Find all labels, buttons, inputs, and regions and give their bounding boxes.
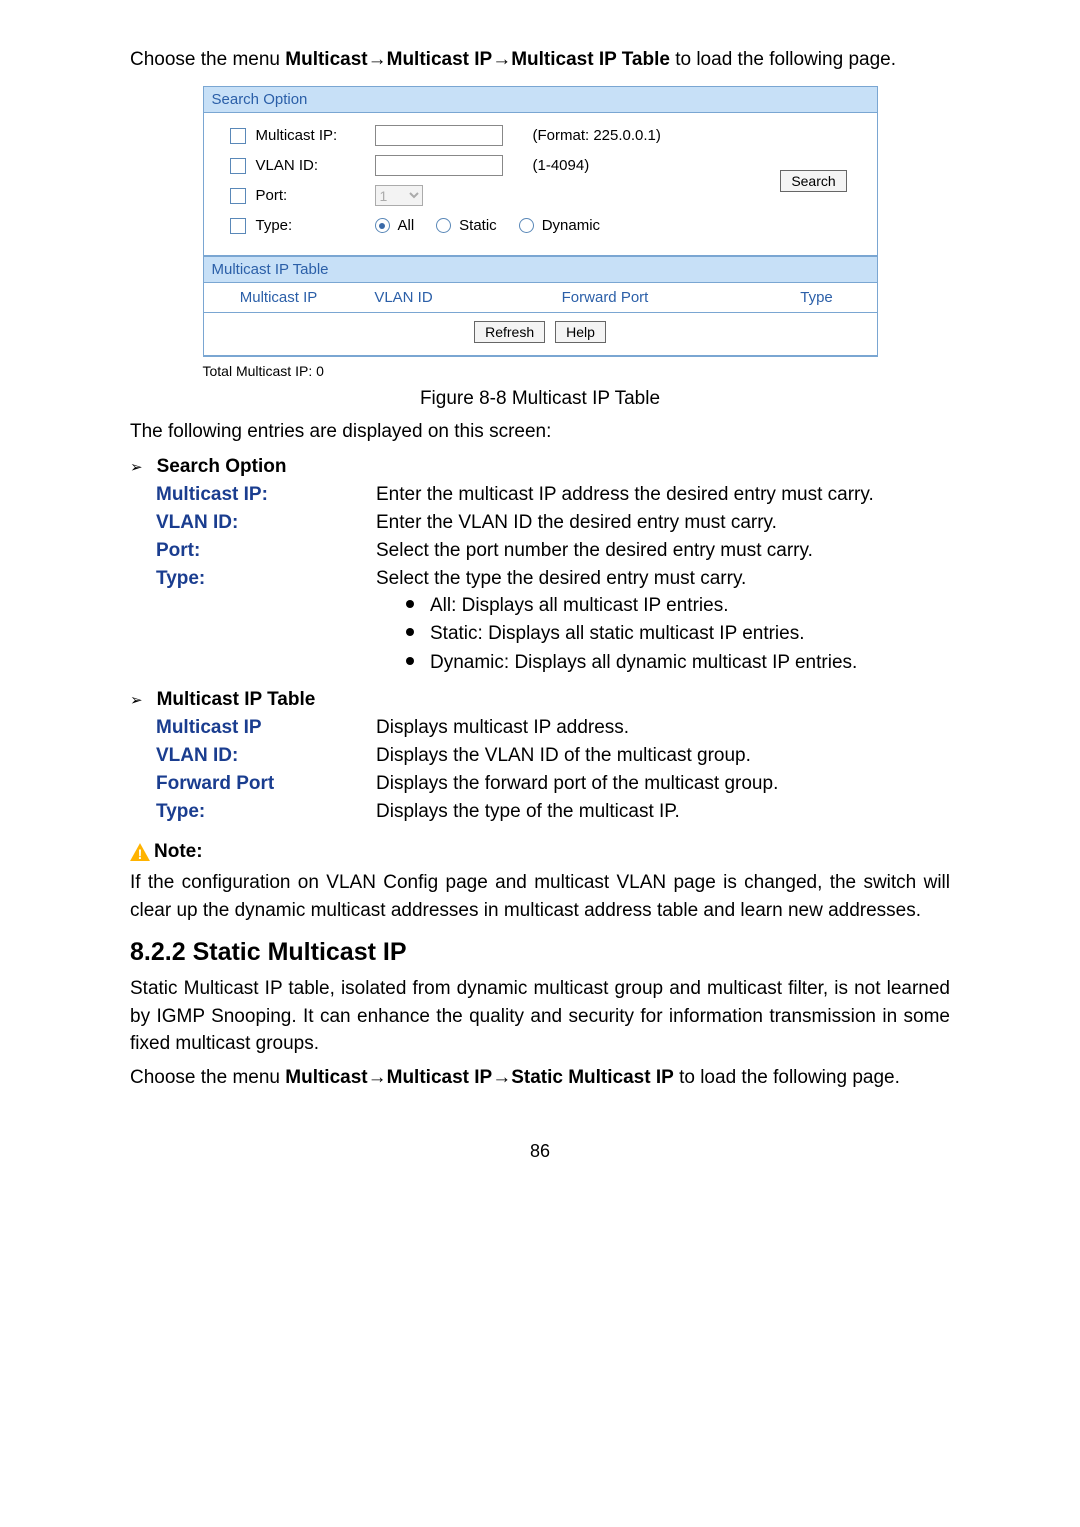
intro-prefix: Choose the menu xyxy=(130,49,285,70)
intro2-arrow-1: → xyxy=(368,1067,387,1088)
intro-path-3: Multicast IP Table xyxy=(511,49,670,70)
intro-arrow-2: → xyxy=(492,49,511,70)
note-text: If the configuration on VLAN Config page… xyxy=(130,869,950,924)
term-mt-type: Type: xyxy=(156,801,376,823)
figure-caption: Figure 8-8 Multicast IP Table xyxy=(130,385,950,413)
section-heading: 8.2.2 Static Multicast IP xyxy=(130,938,950,967)
multicast-ip-label: Multicast IP: xyxy=(256,127,338,144)
type-bullet-dynamic: Dynamic: Displays all dynamic multicast … xyxy=(406,649,950,678)
term-type: Type: xyxy=(156,568,376,680)
help-button[interactable]: Help xyxy=(555,321,606,343)
figure-header-multicast-table: Multicast IP Table xyxy=(203,256,878,283)
desc-multicast-ip: Enter the multicast IP address the desir… xyxy=(376,484,950,506)
multicast-ip-checkbox[interactable] xyxy=(230,128,246,144)
desc-vlan-id: Enter the VLAN ID the desired entry must… xyxy=(376,512,950,534)
vlan-id-format: (1-4094) xyxy=(533,157,590,174)
list-arrow-icon: ➢ xyxy=(130,691,143,709)
list-arrow-icon: ➢ xyxy=(130,458,143,476)
search-option-heading: Search Option xyxy=(157,456,287,478)
th-forward-port: Forward Port xyxy=(454,289,757,306)
intro-suffix: to load the following page. xyxy=(670,49,896,70)
table-header-row: Multicast IP VLAN ID Forward Port Type xyxy=(204,283,877,313)
type-all-radio[interactable] xyxy=(375,218,390,233)
intro2-arrow-2: → xyxy=(492,1067,511,1088)
th-vlan-id: VLAN ID xyxy=(354,289,454,306)
intro-line: Choose the menu Multicast→Multicast IP→M… xyxy=(130,46,950,74)
intro2-line: Choose the menu Multicast→Multicast IP→S… xyxy=(130,1064,950,1092)
intro-path-2: Multicast IP xyxy=(387,49,493,70)
term-vlan-id: VLAN ID: xyxy=(156,512,376,534)
port-label: Port: xyxy=(256,187,288,204)
desc-port: Select the port number the desired entry… xyxy=(376,540,950,562)
desc-mt-vlan-id: Displays the VLAN ID of the multicast gr… xyxy=(376,745,950,767)
multicast-ip-format: (Format: 225.0.0.1) xyxy=(533,127,661,144)
multicast-ip-input[interactable] xyxy=(375,125,503,146)
intro2-prefix: Choose the menu xyxy=(130,1067,285,1088)
intro2-suffix: to load the following page. xyxy=(674,1067,900,1088)
entries-intro: The following entries are displayed on t… xyxy=(130,418,950,446)
term-mt-forward-port: Forward Port xyxy=(156,773,376,795)
type-label: Type: xyxy=(256,217,293,234)
vlan-id-label: VLAN ID: xyxy=(256,157,319,174)
section-number: 8.2.2 xyxy=(130,938,193,966)
total-multicast-ip: Total Multicast IP: 0 xyxy=(203,357,878,379)
intro2-path-1: Multicast xyxy=(285,1067,367,1088)
term-multicast-ip: Multicast IP: xyxy=(156,484,376,506)
term-mt-vlan-id: VLAN ID: xyxy=(156,745,376,767)
desc-mt-forward-port: Displays the forward port of the multica… xyxy=(376,773,950,795)
page-number: 86 xyxy=(130,1141,950,1162)
note-label: Note: xyxy=(154,841,203,863)
warning-icon: ! xyxy=(130,843,150,861)
th-type: Type xyxy=(757,289,877,306)
port-select[interactable]: 1 xyxy=(375,185,423,206)
refresh-button[interactable]: Refresh xyxy=(474,321,545,343)
desc-type: Select the type the desired entry must c… xyxy=(376,568,950,590)
type-static-radio[interactable] xyxy=(436,218,451,233)
static-multicast-paragraph: Static Multicast IP table, isolated from… xyxy=(130,975,950,1058)
type-dynamic-label: Dynamic xyxy=(542,217,600,234)
port-checkbox[interactable] xyxy=(230,188,246,204)
vlan-id-checkbox[interactable] xyxy=(230,158,246,174)
type-checkbox[interactable] xyxy=(230,218,246,234)
figure-header-search-option: Search Option xyxy=(203,86,878,113)
term-port: Port: xyxy=(156,540,376,562)
figure-screenshot: Search Option Multicast IP: (Format: 225… xyxy=(130,86,950,413)
intro2-path-2: Multicast IP xyxy=(387,1067,493,1088)
th-multicast-ip: Multicast IP xyxy=(204,289,354,306)
intro-path-1: Multicast xyxy=(285,49,367,70)
type-dynamic-radio[interactable] xyxy=(519,218,534,233)
type-bullet-static: Static: Displays all static multicast IP… xyxy=(406,620,950,649)
desc-mt-type: Displays the type of the multicast IP. xyxy=(376,801,950,823)
search-button[interactable]: Search xyxy=(780,170,846,192)
type-bullet-all: All: Displays all multicast IP entries. xyxy=(406,592,950,621)
vlan-id-input[interactable] xyxy=(375,155,503,176)
multicast-table-heading: Multicast IP Table xyxy=(157,689,316,711)
type-static-label: Static xyxy=(459,217,497,234)
intro-arrow-1: → xyxy=(368,49,387,70)
section-title: Static Multicast IP xyxy=(193,938,407,966)
intro2-path-3: Static Multicast IP xyxy=(511,1067,674,1088)
term-mt-multicast-ip: Multicast IP xyxy=(156,717,376,739)
desc-mt-multicast-ip: Displays multicast IP address. xyxy=(376,717,950,739)
type-all-label: All xyxy=(398,217,415,234)
